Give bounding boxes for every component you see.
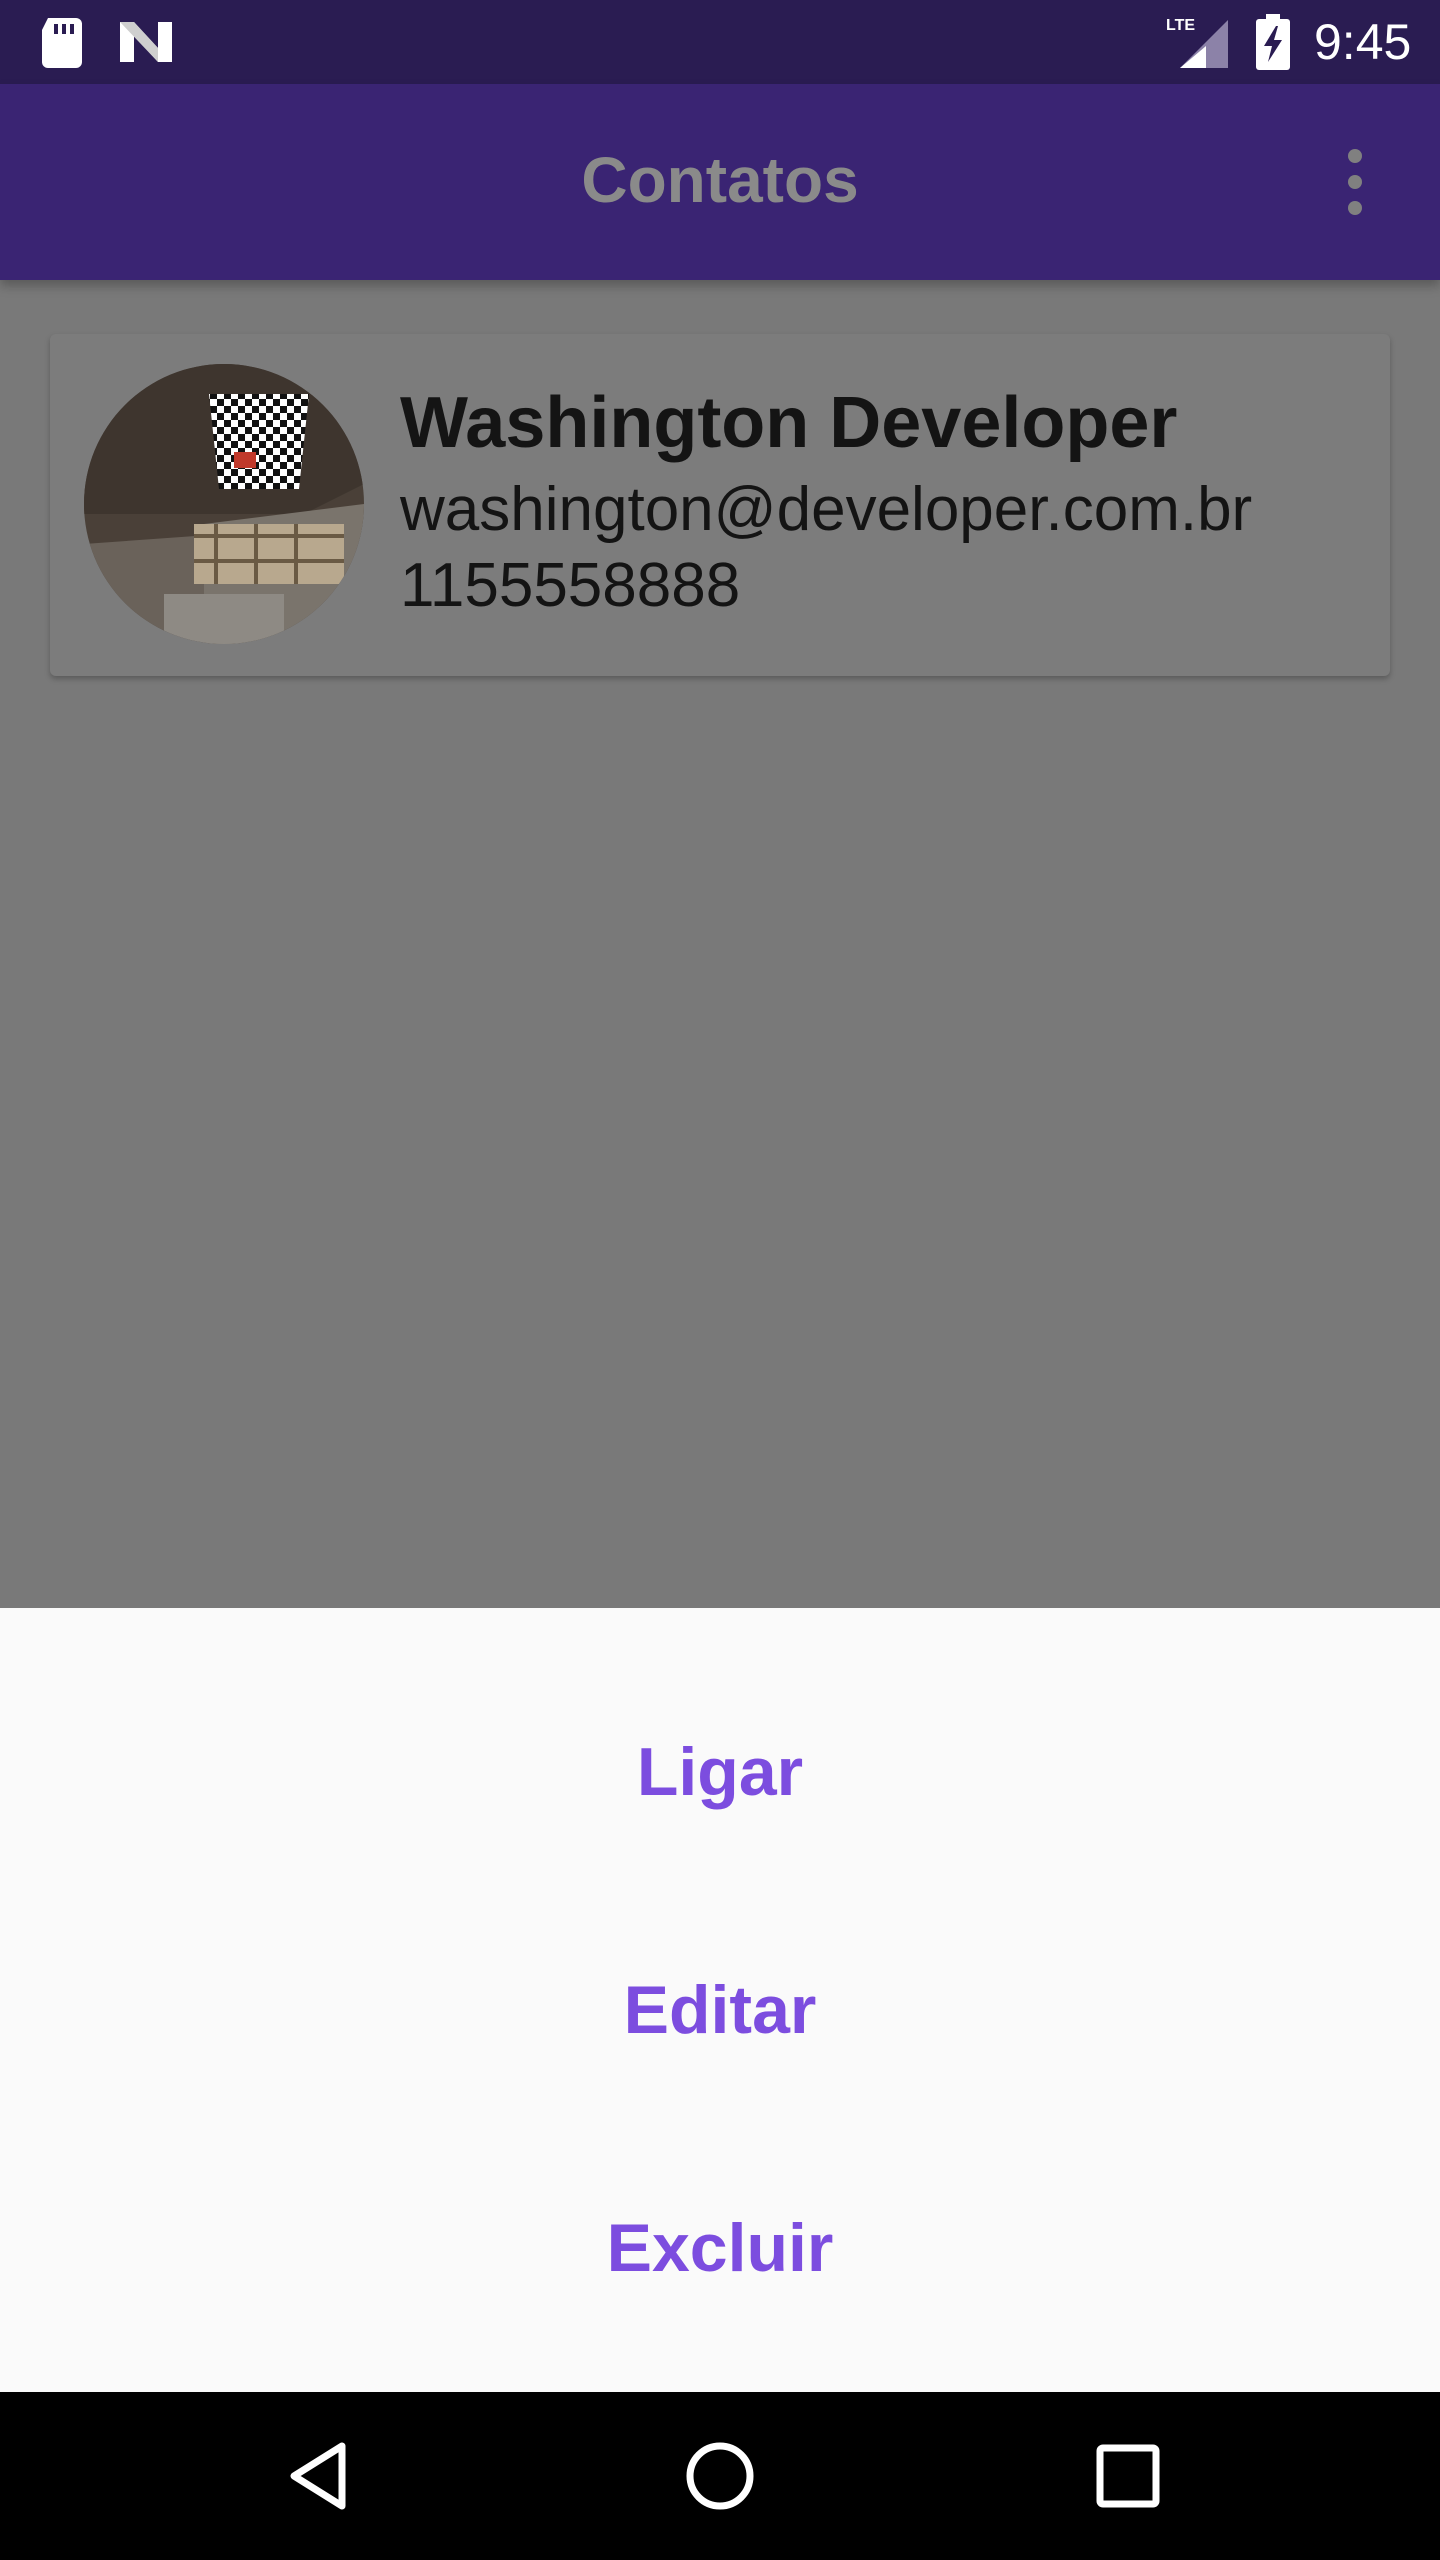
contact-card[interactable]: Washington Developer washington@develope…	[50, 334, 1390, 676]
contact-phone: 1155558888	[400, 551, 741, 620]
lte-signal-icon: LTE	[1166, 17, 1228, 68]
recents-icon[interactable]	[1088, 2436, 1168, 2516]
delete-button[interactable]: Excluir	[0, 2168, 1440, 2328]
more-vert-icon[interactable]	[1330, 142, 1380, 222]
status-bar: LTE 9:45	[0, 0, 1440, 84]
n-notification-icon	[120, 22, 172, 62]
call-button[interactable]: Ligar	[0, 1692, 1440, 1852]
avatar	[84, 364, 364, 644]
contact-photo-icon	[84, 364, 364, 644]
navigation-bar	[0, 2392, 1440, 2560]
contact-email: washington@developer.com.br	[400, 475, 1253, 544]
network-label: LTE	[1166, 17, 1195, 34]
status-time: 9:45	[1314, 14, 1412, 70]
sd-card-icon	[42, 18, 82, 68]
contact-name: Washington Developer	[400, 383, 1178, 463]
home-icon[interactable]	[678, 2436, 762, 2516]
bottom-sheet-menu: Ligar Editar Excluir	[0, 1608, 1440, 2392]
app-bar: Contatos	[0, 84, 1440, 280]
battery-charging-icon	[1256, 14, 1290, 70]
page-title: Contatos	[581, 144, 859, 216]
edit-button[interactable]: Editar	[0, 1930, 1440, 2090]
back-icon[interactable]	[280, 2436, 360, 2516]
